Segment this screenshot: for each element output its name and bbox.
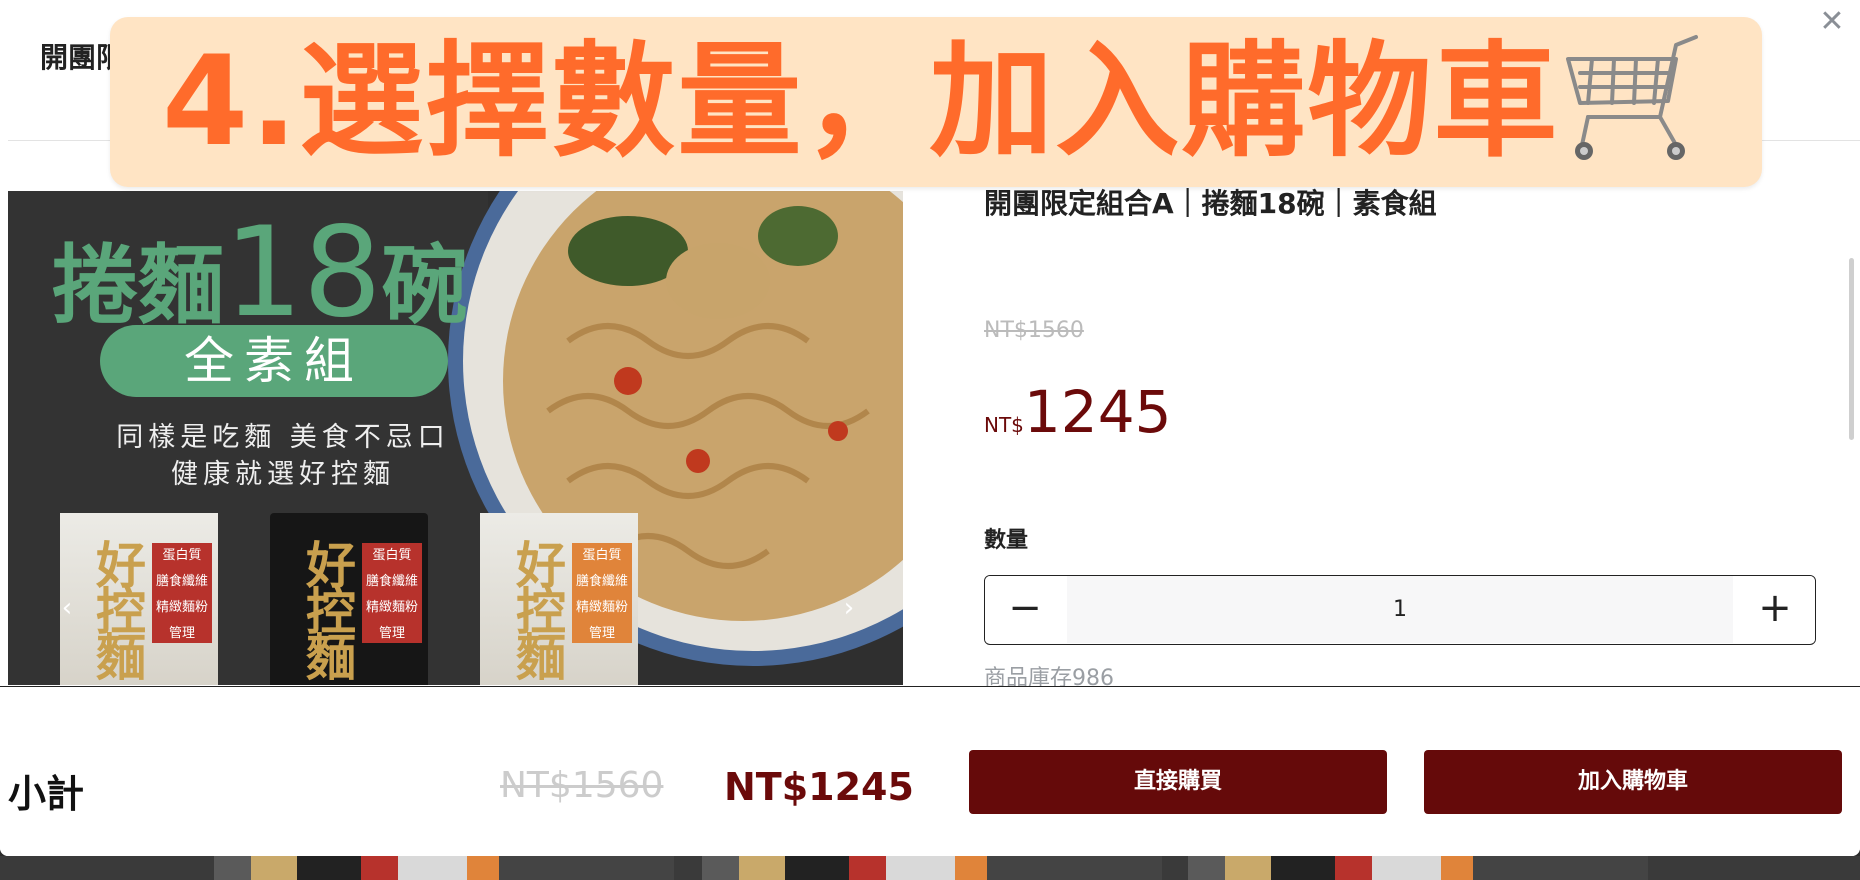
subtotal-label: 小計 (8, 772, 85, 816)
add-to-cart-button[interactable]: 加入購物車 (1424, 750, 1842, 814)
quantity-input[interactable] (1067, 576, 1733, 643)
purchase-footer: 小計 NT$1560 NT$1245 直接購買 加入購物車 (0, 686, 1860, 856)
gallery-pill: 全素組 (100, 325, 448, 397)
shopping-cart-icon (1566, 35, 1698, 160)
minus-icon[interactable]: − (985, 576, 1065, 643)
quantity-stepper: − + (984, 575, 1816, 645)
subtotal-original-price: NT$1560 (500, 765, 664, 806)
product-pack: 好控麵 蛋白質 膳食纖維 精緻麵粉管理 (480, 513, 638, 685)
product-image-gallery: 捲麵18碗 全素組 同樣是吃麵 美食不忌口 健康就選好控麵 好控麵 蛋白質 膳食纖… (8, 191, 903, 685)
instruction-banner: 4.選擇數量，加入購物車 (110, 17, 1762, 187)
gallery-headline: 捲麵18碗 (52, 201, 468, 345)
chevron-left-icon[interactable]: ‹ (52, 593, 82, 623)
product-pack: 好控麵 蛋白質 膳食纖維 精緻麵粉管理 (270, 513, 428, 685)
product-title: 開團限定組合A｜捲麵18碗｜素食組 (984, 187, 1437, 220)
buy-now-button[interactable]: 直接購買 (969, 750, 1387, 814)
background-thumbnail (214, 856, 674, 880)
product-modal: 開團限 ✕ 捲麵18碗 全素組 同樣是吃麵 美食不忌口 健康就選好控麵 好控麵 … (0, 0, 1860, 856)
quantity-label: 數量 (984, 528, 1029, 553)
banner-text: 4.選擇數量，加入購物車 (162, 30, 1560, 174)
original-price: NT$1560 (984, 318, 1084, 343)
background-thumbnail (1188, 856, 1648, 880)
subtotal-price: NT$1245 (724, 765, 914, 809)
background-thumbnail (702, 856, 1162, 880)
plus-icon[interactable]: + (1735, 576, 1815, 643)
gallery-slogan: 同樣是吃麵 美食不忌口 健康就選好控麵 (116, 422, 450, 490)
close-icon[interactable]: ✕ (1814, 4, 1850, 40)
scrollbar[interactable] (1849, 258, 1854, 440)
chevron-right-icon[interactable]: › (834, 593, 864, 623)
sale-price: NT$1245 (984, 378, 1172, 446)
product-pack: 好控麵 蛋白質 膳食纖維 精緻麵粉管理 (60, 513, 218, 685)
